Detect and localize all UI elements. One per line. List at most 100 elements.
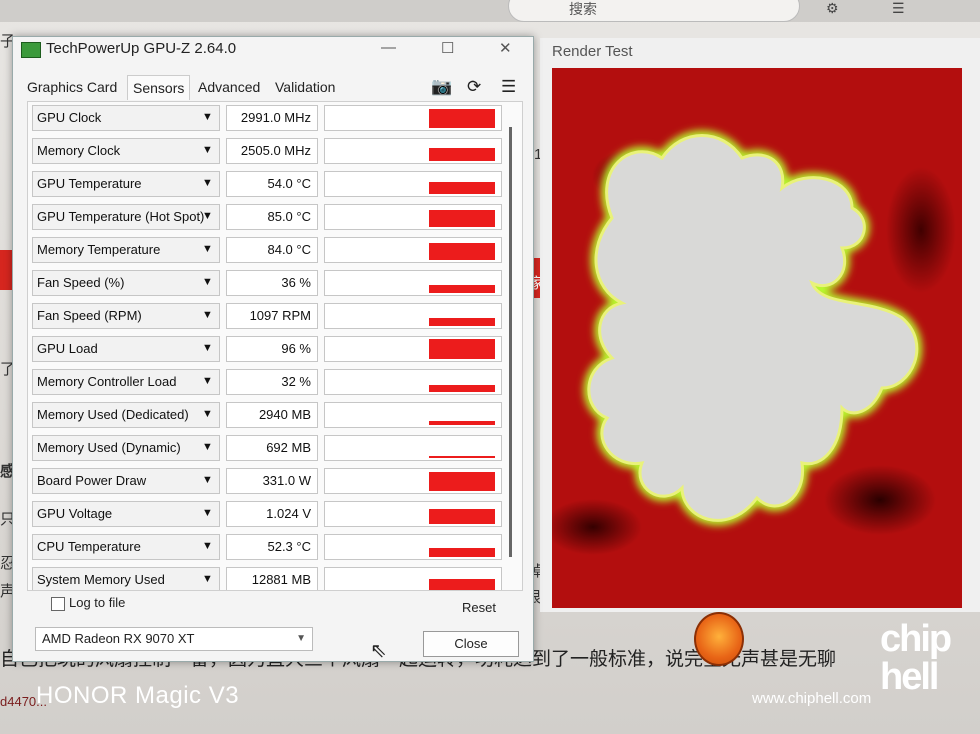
sensor-graph-bar	[429, 579, 495, 590]
browser-toolbar: 搜索 ⚙ ☰	[0, 0, 980, 22]
sensor-graph-bar	[429, 548, 495, 557]
camera-icon[interactable]: 📷	[431, 77, 452, 97]
sensor-scrollbar[interactable]	[509, 127, 512, 557]
sensor-name-dropdown[interactable]: GPU Clock	[32, 105, 220, 131]
mouse-cursor-icon: ⇖	[370, 640, 387, 662]
sensor-name-dropdown[interactable]: Fan Speed (RPM)	[32, 303, 220, 329]
gpuz-tab-bar: Graphics Card Sensors Advanced Validatio…	[13, 71, 533, 100]
chevron-down-icon[interactable]: ▼	[202, 203, 213, 229]
sensor-row: Memory Used (Dynamic) ▼ 692 MB	[28, 434, 508, 464]
sensor-graph-bar	[429, 148, 495, 161]
favorites-icon[interactable]: ☰	[892, 0, 905, 17]
render-test-title: Render Test	[552, 43, 633, 60]
gpuz-app-icon	[21, 42, 41, 58]
sensor-name-dropdown[interactable]: CPU Temperature	[32, 534, 220, 560]
sensor-name-dropdown[interactable]: GPU Temperature	[32, 171, 220, 197]
sensor-row: Memory Used (Dedicated) ▼ 2940 MB	[28, 401, 508, 431]
chevron-down-icon[interactable]: ▼	[202, 170, 213, 196]
sensor-list: GPU Clock ▼ 2991.0 MHz Memory Clock ▼ 2505.0 …	[27, 101, 523, 591]
render-test-window: Render Test	[540, 38, 980, 612]
sensor-name-dropdown[interactable]: Memory Used (Dynamic)	[32, 435, 220, 461]
render-test-canvas	[552, 68, 962, 608]
sensor-name-dropdown[interactable]: Memory Controller Load	[32, 369, 220, 395]
sensor-value: 2991.0 MHz	[226, 105, 318, 131]
sensor-row: Fan Speed (RPM) ▼ 1097 RPM	[28, 302, 508, 332]
minimize-icon[interactable]: —	[381, 39, 396, 56]
sensor-name-dropdown[interactable]: Board Power Draw	[32, 468, 220, 494]
chevron-down-icon[interactable]: ▼	[202, 566, 213, 590]
close-button[interactable]: Close	[423, 631, 519, 657]
sensor-graph-bar	[429, 421, 495, 425]
tab-graphics-card[interactable]: Graphics Card	[27, 79, 117, 95]
chevron-down-icon[interactable]: ▼	[202, 368, 213, 394]
sensor-row: Fan Speed (%) ▼ 36 %	[28, 269, 508, 299]
sensor-row: GPU Clock ▼ 2991.0 MHz	[28, 104, 508, 134]
sensor-row: GPU Load ▼ 96 %	[28, 335, 508, 365]
sensor-name-dropdown[interactable]: Memory Used (Dedicated)	[32, 402, 220, 428]
settings-icon[interactable]: ⚙	[826, 0, 839, 17]
sensor-graph-bar	[429, 456, 495, 458]
sensor-graph	[324, 468, 502, 494]
sensor-value: 12881 MB	[226, 567, 318, 590]
refresh-icon[interactable]: ⟳	[467, 77, 481, 97]
sensor-name-dropdown[interactable]: System Memory Used	[32, 567, 220, 590]
maximize-icon[interactable]: ☐	[441, 39, 454, 57]
chiphell-logo: chip hell	[880, 618, 952, 698]
sensor-row: Board Power Draw ▼ 331.0 W	[28, 467, 508, 497]
sensor-row: GPU Temperature (Hot Spot) ▼ 85.0 °C	[28, 203, 508, 233]
chevron-down-icon[interactable]: ▼	[202, 335, 213, 361]
tab-advanced[interactable]: Advanced	[198, 79, 260, 95]
chevron-down-icon[interactable]: ▼	[202, 269, 213, 295]
chevron-down-icon[interactable]: ▼	[202, 302, 213, 328]
close-icon[interactable]: ✕	[499, 39, 512, 57]
chevron-down-icon[interactable]: ▼	[202, 500, 213, 526]
sensor-name-dropdown[interactable]: GPU Temperature (Hot Spot)	[32, 204, 220, 230]
sensor-value: 1097 RPM	[226, 303, 318, 329]
sensor-graph-bar	[429, 109, 495, 128]
tab-validation[interactable]: Validation	[275, 79, 335, 95]
sensor-name-dropdown[interactable]: Memory Temperature	[32, 237, 220, 263]
chevron-down-icon[interactable]: ▼	[202, 401, 213, 427]
chevron-down-icon[interactable]: ▼	[202, 236, 213, 262]
search-placeholder: 搜索	[569, 1, 597, 17]
gpuz-titlebar[interactable]: TechPowerUp GPU-Z 2.64.0 — ☐ ✕	[13, 37, 533, 71]
sensor-value: 2505.0 MHz	[226, 138, 318, 164]
sensor-name-dropdown[interactable]: GPU Load	[32, 336, 220, 362]
sensor-graph-bar	[429, 243, 495, 260]
sensor-graph	[324, 270, 502, 296]
log-to-file-label: Log to file	[69, 595, 126, 610]
phone-watermark: HONOR Magic V3	[36, 682, 240, 709]
gpu-select-value: AMD Radeon RX 9070 XT	[42, 631, 195, 646]
sensor-graph	[324, 567, 502, 590]
sensor-graph-bar	[429, 385, 495, 392]
sensor-graph	[324, 435, 502, 461]
reset-button[interactable]: Reset	[449, 597, 509, 619]
gpu-select-dropdown[interactable]: AMD Radeon RX 9070 XT ▼	[35, 627, 313, 651]
sensor-graph	[324, 369, 502, 395]
sensor-graph	[324, 501, 502, 527]
chevron-down-icon[interactable]: ▼	[202, 533, 213, 559]
chevron-down-icon: ▼	[296, 633, 306, 644]
sensor-name-dropdown[interactable]: GPU Voltage	[32, 501, 220, 527]
sensor-value: 36 %	[226, 270, 318, 296]
sensor-name-dropdown[interactable]: Fan Speed (%)	[32, 270, 220, 296]
sensor-value: 692 MB	[226, 435, 318, 461]
gpuz-window: TechPowerUp GPU-Z 2.64.0 — ☐ ✕ Graphics …	[12, 36, 534, 662]
tab-sensors[interactable]: Sensors	[127, 75, 191, 100]
sensor-graph-bar	[429, 210, 495, 227]
chevron-down-icon[interactable]: ▼	[202, 434, 213, 460]
sensor-value: 331.0 W	[226, 468, 318, 494]
sensor-graph	[324, 402, 502, 428]
chevron-down-icon[interactable]: ▼	[202, 467, 213, 493]
browser-search-box[interactable]: 搜索	[508, 0, 800, 22]
sensor-value: 32 %	[226, 369, 318, 395]
log-to-file-checkbox[interactable]	[51, 597, 65, 611]
menu-icon[interactable]: ☰	[501, 77, 516, 97]
sensor-value: 54.0 °C	[226, 171, 318, 197]
chevron-down-icon[interactable]: ▼	[202, 137, 213, 163]
sensor-name-dropdown[interactable]: Memory Clock	[32, 138, 220, 164]
chevron-down-icon[interactable]: ▼	[202, 104, 213, 130]
fur-blob-shape	[583, 130, 922, 526]
sensor-row: System Memory Used ▼ 12881 MB	[28, 566, 508, 590]
sensor-row: Memory Temperature ▼ 84.0 °C	[28, 236, 508, 266]
